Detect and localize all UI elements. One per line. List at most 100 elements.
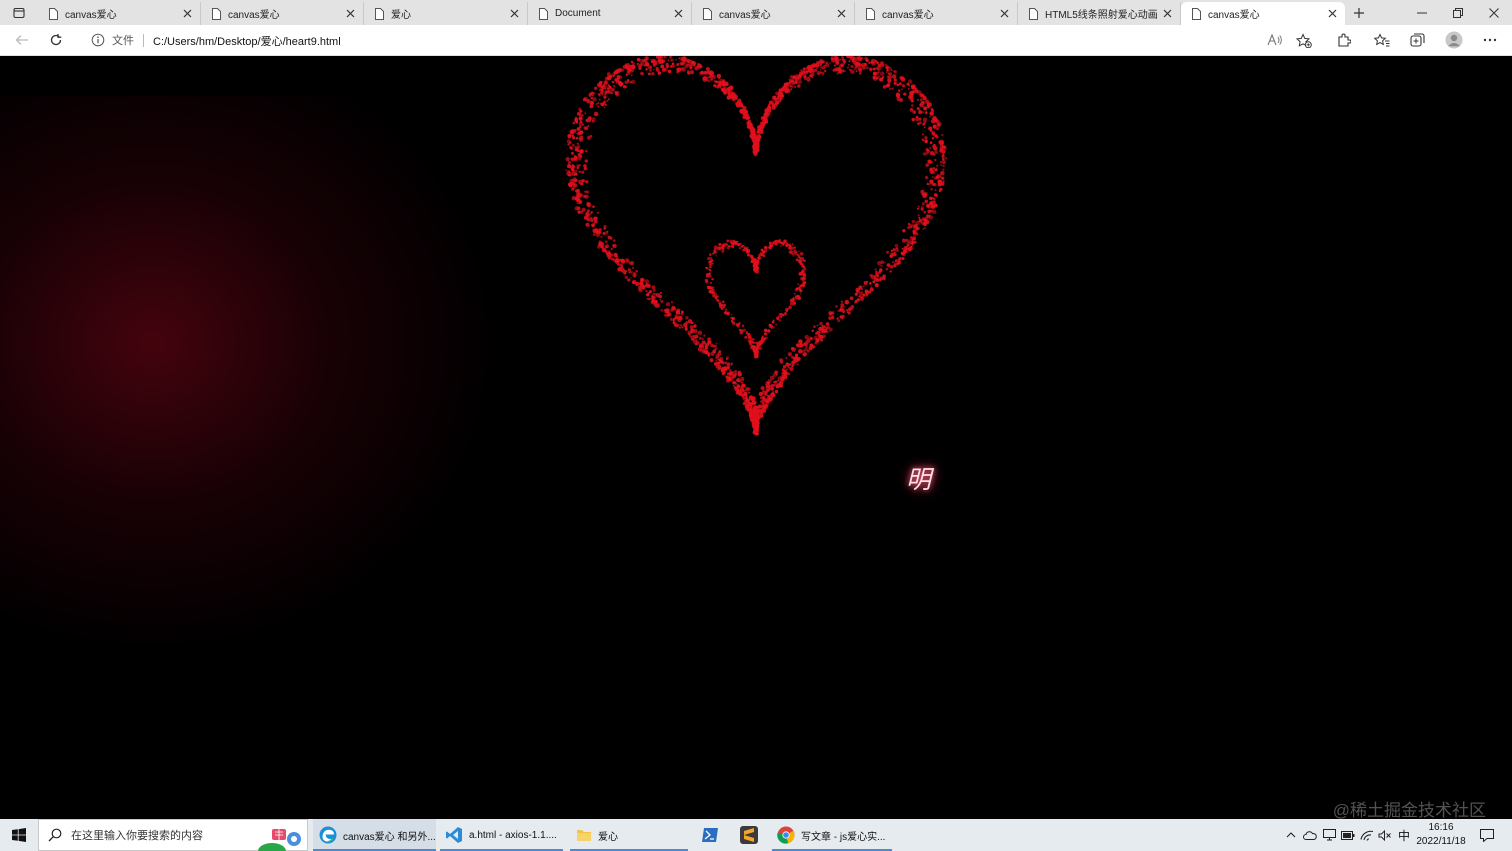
close-icon[interactable] <box>834 6 848 20</box>
heart-particle <box>926 182 930 186</box>
heart-particle <box>885 267 889 271</box>
tab-3[interactable]: 爱心 <box>364 2 528 25</box>
heart-particle <box>919 121 922 125</box>
heart-particle <box>569 141 572 144</box>
heart-particle <box>603 80 608 85</box>
heart-particle <box>699 65 703 69</box>
heart-particle <box>783 84 787 88</box>
heart-particle <box>670 58 674 62</box>
close-icon[interactable] <box>507 6 521 20</box>
heart-particle <box>574 184 578 187</box>
more-menu-button[interactable] <box>1477 25 1503 55</box>
volume-button[interactable] <box>1377 819 1393 851</box>
heart-particle <box>745 332 748 335</box>
back-button[interactable] <box>9 25 35 55</box>
close-icon[interactable] <box>671 6 685 20</box>
heart-particle <box>591 117 596 122</box>
heart-particle <box>821 324 826 329</box>
heart-particle <box>697 347 703 352</box>
close-icon[interactable] <box>1160 6 1174 20</box>
heart-particle <box>835 305 838 308</box>
heart-particle <box>695 339 698 342</box>
heart-particle <box>931 182 936 187</box>
read-aloud-button[interactable] <box>1262 25 1288 55</box>
heart-particle <box>579 120 583 124</box>
taskbar-app-vscode[interactable]: a.html - axios-1.1.... <box>440 819 563 851</box>
heart-particle <box>577 179 583 185</box>
restore-button[interactable] <box>1440 0 1476 25</box>
site-info-button[interactable]: 文件 <box>91 32 134 48</box>
heart-particle <box>909 236 914 240</box>
tab-title: canvas爱心 <box>882 10 934 21</box>
heart-particle <box>625 64 628 68</box>
heart-particle <box>718 350 722 353</box>
heart-particle <box>593 219 598 224</box>
new-tab-button[interactable] <box>1348 0 1370 25</box>
close-icon[interactable] <box>180 6 194 20</box>
heart-particle <box>907 222 911 226</box>
add-favorite-button[interactable] <box>1291 25 1317 55</box>
heart-particle <box>757 135 760 138</box>
taskbar-app-explorer[interactable]: 爱心 <box>570 819 688 851</box>
start-button[interactable] <box>0 819 38 851</box>
heart-particle <box>923 126 926 129</box>
heart-particle <box>592 205 595 208</box>
extensions-button[interactable] <box>1331 25 1357 55</box>
close-icon[interactable] <box>343 6 357 20</box>
heart-particle <box>940 181 945 186</box>
heart-particle <box>772 326 775 329</box>
heart-particle <box>844 70 847 73</box>
tab-1[interactable]: canvas爱心 <box>38 2 201 25</box>
heart-particle <box>795 251 797 254</box>
close-icon[interactable] <box>997 6 1011 20</box>
show-hidden-icons-button[interactable] <box>1284 819 1298 851</box>
taskbar-app-edge[interactable]: canvas爱心 和另外... <box>313 819 436 851</box>
heart-particle <box>820 331 824 334</box>
heart-particle <box>764 111 769 116</box>
display-button[interactable] <box>1320 819 1338 851</box>
heart-particle <box>684 64 689 69</box>
refresh-button[interactable] <box>43 25 69 55</box>
taskbar-app-sublime[interactable] <box>736 819 762 851</box>
tab-actions-button[interactable] <box>6 0 32 25</box>
heart-particle <box>926 104 930 107</box>
heart-particle <box>618 82 624 87</box>
tab-5[interactable]: canvas爱心 <box>692 2 855 25</box>
heart-particle <box>727 90 730 93</box>
favorites-button[interactable] <box>1369 25 1395 55</box>
heart-particle <box>764 120 767 123</box>
tab-8-active[interactable]: canvas爱心 <box>1181 2 1345 25</box>
battery-button[interactable] <box>1339 819 1357 851</box>
address-bar[interactable]: C:/Users/hm/Desktop/爱心/heart9.html <box>153 33 341 49</box>
heart-particle <box>607 89 611 92</box>
tab-2[interactable]: canvas爱心 <box>201 2 364 25</box>
onedrive-button[interactable] <box>1301 819 1319 851</box>
system-clock[interactable]: 16:16 2022/11/18 <box>1410 821 1472 849</box>
notifications-button[interactable] <box>1478 819 1496 851</box>
heart-particle <box>617 267 622 272</box>
tab-strip: canvas爱心 canvas爱心 爱心 Document canvas爱心 c… <box>0 0 1512 25</box>
heart-particle <box>915 232 919 236</box>
heart-particle <box>645 68 648 71</box>
taskbar-app-chrome[interactable]: 写文章 - js爱心实... <box>772 819 892 851</box>
heart-particle <box>707 339 712 345</box>
tab-7[interactable]: HTML5线条照射爱心动画特效 <box>1018 2 1181 25</box>
tab-4[interactable]: Document <box>528 2 692 25</box>
minimize-button[interactable] <box>1404 0 1440 25</box>
heart-particle <box>590 91 594 95</box>
tab-6[interactable]: canvas爱心 <box>855 2 1018 25</box>
close-icon[interactable] <box>1325 6 1339 20</box>
taskbar-app-powershell[interactable] <box>696 819 724 851</box>
heart-particle <box>757 260 760 263</box>
heart-particle <box>758 404 762 408</box>
heart-particle <box>574 147 579 152</box>
window-close-button[interactable] <box>1476 0 1512 25</box>
collections-button[interactable] <box>1404 25 1430 55</box>
heart-particle <box>567 182 573 187</box>
heart-particle <box>712 293 716 297</box>
profile-button[interactable] <box>1441 25 1467 55</box>
heart-particle <box>764 399 769 404</box>
wifi-button[interactable] <box>1358 819 1376 851</box>
taskbar-search[interactable]: 在这里输入你要搜索的内容 <box>38 819 308 851</box>
heart-particle <box>912 229 916 233</box>
